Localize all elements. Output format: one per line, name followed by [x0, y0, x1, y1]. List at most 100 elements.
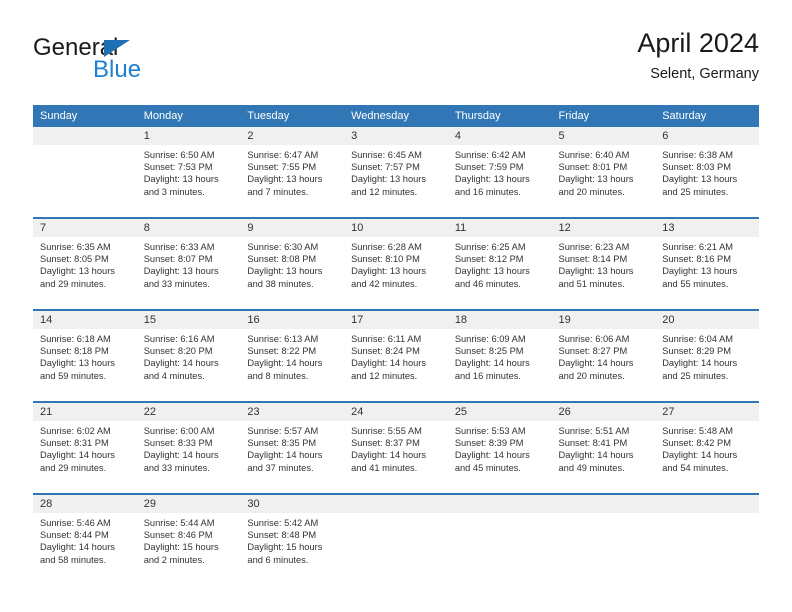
calendar-day-cell — [655, 493, 759, 585]
day-cell-content: 25 Sunrise: 5:53 AM Sunset: 8:39 PM Dayligh… — [447, 403, 552, 493]
day-cell-content: 30 Sunrise: 5:42 AM Sunset: 8:48 PM Dayligh… — [240, 495, 345, 585]
day-details: Sunrise: 6:42 AM Sunset: 7:59 PM Daylight:… — [448, 145, 552, 198]
day-daylight-line1-text: Daylight: 14 hours — [558, 450, 634, 461]
day-daylight-line1-text: Daylight: 13 hours — [40, 266, 115, 277]
day-details: Sunrise: 6:38 AM Sunset: 8:03 PM Daylight:… — [655, 145, 759, 198]
day-sunset-text: Sunset: 8:22 PM — [247, 346, 317, 357]
day-number — [344, 495, 448, 513]
day-number: 23 — [240, 403, 345, 421]
calendar-day-cell[interactable]: 8 Sunrise: 6:33 AM Sunset: 8:07 PM Daylight… — [136, 217, 241, 310]
calendar-day-cell[interactable]: 27 Sunrise: 5:48 AM Sunset: 8:42 PM Dayligh… — [655, 401, 759, 494]
day-daylight-line1-text: Daylight: 14 hours — [247, 358, 323, 369]
calendar-day-cell[interactable]: 12 Sunrise: 6:23 AM Sunset: 8:14 PM Dayligh… — [551, 217, 656, 310]
day-daylight-line1-text: Daylight: 13 hours — [454, 266, 530, 277]
day-number: 27 — [655, 403, 759, 421]
day-number: 20 — [655, 311, 759, 329]
calendar-day-cell[interactable]: 20 Sunrise: 6:04 AM Sunset: 8:29 PM Dayligh… — [655, 309, 759, 402]
day-cell-content: 24 Sunrise: 5:55 AM Sunset: 8:37 PM Dayligh… — [344, 403, 448, 493]
day-cell-content: 5 Sunrise: 6:40 AM Sunset: 8:01 PM Daylight… — [551, 127, 656, 217]
day-details: Sunrise: 6:04 AM Sunset: 8:29 PM Daylight:… — [655, 329, 759, 382]
calendar-day-cell[interactable]: 24 Sunrise: 5:55 AM Sunset: 8:37 PM Dayligh… — [344, 401, 448, 494]
weekday-header-monday: Monday — [136, 105, 241, 127]
calendar-day-cell[interactable]: 25 Sunrise: 5:53 AM Sunset: 8:39 PM Dayligh… — [447, 401, 552, 494]
calendar-day-cell[interactable]: 16 Sunrise: 6:13 AM Sunset: 8:22 PM Dayligh… — [240, 309, 345, 402]
day-sunset-text: Sunset: 8:25 PM — [454, 346, 524, 357]
calendar-week-row: 7 Sunrise: 6:35 AM Sunset: 8:05 PM Daylight… — [33, 217, 759, 310]
calendar-day-cell[interactable]: 9 Sunrise: 6:30 AM Sunset: 8:08 PM Daylight… — [240, 217, 345, 310]
day-number: 14 — [33, 311, 137, 329]
day-daylight-line1-text: Daylight: 14 hours — [40, 450, 115, 461]
day-number: 10 — [344, 219, 448, 237]
day-number: 26 — [551, 403, 656, 421]
calendar-day-cell[interactable]: 14 Sunrise: 6:18 AM Sunset: 8:18 PM Dayligh… — [33, 309, 137, 402]
weekday-header-friday: Friday — [551, 105, 656, 127]
day-details: Sunrise: 6:50 AM Sunset: 7:53 PM Daylight:… — [137, 145, 241, 198]
generalblue-logo[interactable]: General Blue — [33, 36, 263, 92]
day-daylight-line1-text: Daylight: 14 hours — [454, 358, 530, 369]
day-cell-content — [33, 127, 137, 217]
day-sunrise-text: Sunrise: 5:57 AM — [247, 426, 319, 436]
day-sunset-text: Sunset: 7:57 PM — [351, 162, 420, 173]
day-number: 6 — [655, 127, 759, 145]
calendar-day-cell[interactable]: 6 Sunrise: 6:38 AM Sunset: 8:03 PM Daylight… — [655, 127, 759, 218]
calendar-day-cell[interactable]: 26 Sunrise: 5:51 AM Sunset: 8:41 PM Dayligh… — [551, 401, 656, 494]
day-cell-content: 2 Sunrise: 6:47 AM Sunset: 7:55 PM Daylight… — [240, 127, 345, 217]
day-daylight-line1-text: Daylight: 15 hours — [143, 542, 219, 553]
day-daylight-line2-text: and 3 minutes. — [143, 186, 205, 197]
calendar-day-cell[interactable]: 28 Sunrise: 5:46 AM Sunset: 8:44 PM Dayligh… — [33, 493, 137, 585]
day-cell-content: 22 Sunrise: 6:00 AM Sunset: 8:33 PM Dayligh… — [136, 403, 241, 493]
day-sunset-text: Sunset: 8:14 PM — [558, 254, 628, 265]
calendar-day-cell[interactable]: 5 Sunrise: 6:40 AM Sunset: 8:01 PM Daylight… — [551, 127, 656, 218]
calendar-body: 1 Sunrise: 6:50 AM Sunset: 7:53 PM Daylight… — [33, 127, 759, 585]
calendar-day-cell[interactable]: 11 Sunrise: 6:25 AM Sunset: 8:12 PM Dayligh… — [447, 217, 552, 310]
day-daylight-line1-text: Daylight: 14 hours — [143, 450, 219, 461]
calendar-day-cell[interactable]: 15 Sunrise: 6:16 AM Sunset: 8:20 PM Dayligh… — [136, 309, 241, 402]
calendar-day-cell[interactable]: 30 Sunrise: 5:42 AM Sunset: 8:48 PM Dayligh… — [240, 493, 345, 585]
day-sunrise-text: Sunrise: 6:42 AM — [454, 150, 526, 160]
calendar-day-cell[interactable]: 29 Sunrise: 5:44 AM Sunset: 8:46 PM Dayligh… — [136, 493, 241, 585]
day-sunrise-text: Sunrise: 6:16 AM — [143, 334, 215, 344]
calendar-day-cell[interactable]: 13 Sunrise: 6:21 AM Sunset: 8:16 PM Dayligh… — [655, 217, 759, 310]
calendar-day-cell[interactable]: 23 Sunrise: 5:57 AM Sunset: 8:35 PM Dayligh… — [240, 401, 345, 494]
day-daylight-line2-text: and 29 minutes. — [40, 462, 107, 473]
day-number — [551, 495, 656, 513]
day-daylight-line2-text: and 54 minutes. — [662, 462, 729, 473]
day-number — [447, 495, 552, 513]
day-daylight-line1-text: Daylight: 13 hours — [662, 174, 738, 185]
calendar-day-cell[interactable]: 7 Sunrise: 6:35 AM Sunset: 8:05 PM Daylight… — [33, 217, 137, 310]
day-number: 12 — [551, 219, 656, 237]
calendar-day-cell — [447, 493, 552, 585]
calendar-table: Sunday Monday Tuesday Wednesday Thursday… — [33, 105, 759, 585]
calendar-day-cell[interactable]: 10 Sunrise: 6:28 AM Sunset: 8:10 PM Dayligh… — [344, 217, 448, 310]
calendar-day-cell[interactable]: 1 Sunrise: 6:50 AM Sunset: 7:53 PM Daylight… — [136, 127, 241, 218]
day-sunset-text: Sunset: 8:46 PM — [143, 530, 213, 541]
day-sunset-text: Sunset: 8:27 PM — [558, 346, 628, 357]
calendar-day-cell[interactable]: 17 Sunrise: 6:11 AM Sunset: 8:24 PM Dayligh… — [344, 309, 448, 402]
day-daylight-line2-text: and 7 minutes. — [247, 186, 309, 197]
calendar-day-cell[interactable]: 4 Sunrise: 6:42 AM Sunset: 7:59 PM Daylight… — [447, 127, 552, 218]
day-daylight-line1-text: Daylight: 13 hours — [351, 266, 427, 277]
day-number: 18 — [447, 311, 552, 329]
day-details: Sunrise: 6:30 AM Sunset: 8:08 PM Daylight:… — [240, 237, 344, 290]
weekday-header-wednesday: Wednesday — [344, 105, 448, 127]
day-number: 16 — [240, 311, 345, 329]
day-daylight-line2-text: and 38 minutes. — [247, 278, 314, 289]
calendar-day-cell[interactable]: 18 Sunrise: 6:09 AM Sunset: 8:25 PM Dayligh… — [447, 309, 552, 402]
day-details: Sunrise: 5:44 AM Sunset: 8:46 PM Daylight:… — [137, 513, 241, 566]
calendar-week-row: 28 Sunrise: 5:46 AM Sunset: 8:44 PM Dayligh… — [33, 493, 759, 585]
day-sunrise-text: Sunrise: 6:50 AM — [143, 150, 215, 160]
day-daylight-line2-text: and 51 minutes. — [558, 278, 625, 289]
day-daylight-line1-text: Daylight: 15 hours — [247, 542, 323, 553]
day-number: 21 — [33, 403, 137, 421]
calendar-day-cell[interactable]: 21 Sunrise: 6:02 AM Sunset: 8:31 PM Dayligh… — [33, 401, 137, 494]
day-daylight-line2-text: and 29 minutes. — [40, 278, 107, 289]
calendar-day-cell[interactable]: 2 Sunrise: 6:47 AM Sunset: 7:55 PM Daylight… — [240, 127, 345, 218]
day-details: Sunrise: 6:00 AM Sunset: 8:33 PM Daylight:… — [137, 421, 241, 474]
calendar-day-cell[interactable]: 22 Sunrise: 6:00 AM Sunset: 8:33 PM Dayligh… — [136, 401, 241, 494]
calendar-day-cell[interactable]: 19 Sunrise: 6:06 AM Sunset: 8:27 PM Dayligh… — [551, 309, 656, 402]
day-details: Sunrise: 5:51 AM Sunset: 8:41 PM Daylight:… — [552, 421, 656, 474]
calendar-day-cell[interactable]: 3 Sunrise: 6:45 AM Sunset: 7:57 PM Daylight… — [344, 127, 448, 218]
day-daylight-line1-text: Daylight: 13 hours — [558, 174, 634, 185]
day-daylight-line2-text: and 45 minutes. — [454, 462, 521, 473]
weekday-header-tuesday: Tuesday — [240, 105, 345, 127]
